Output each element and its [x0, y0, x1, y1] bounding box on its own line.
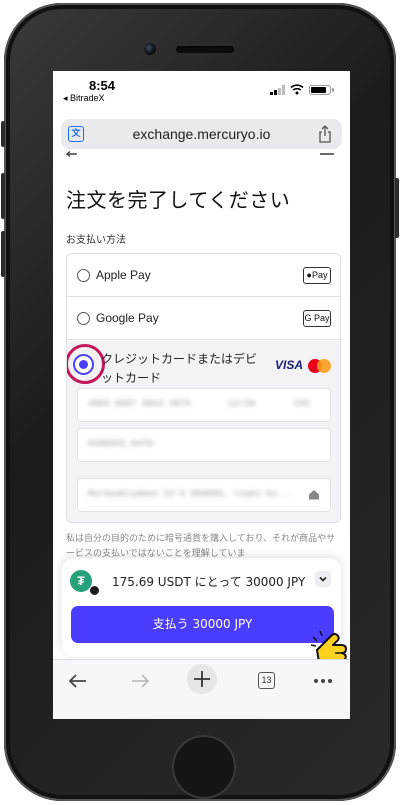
chevron-down-icon: [319, 576, 327, 582]
card-number-value: 4983 0587 9843 3876: [88, 399, 191, 409]
status-bar: 8:54 ◂ BitradeX: [53, 71, 350, 111]
tron-network-icon: [89, 585, 100, 596]
payment-method-label: お支払い方法: [66, 235, 126, 246]
earpiece-speaker: [176, 46, 234, 53]
card-expiry-value: 12/28: [228, 399, 256, 409]
volume-down-button: [1, 231, 5, 277]
cardholder-name-field[interactable]: HIROSHI KATO: [77, 428, 331, 462]
payment-method-list: Apple Pay ●Pay Google Pay G Pay クレジットカード…: [66, 253, 341, 523]
billing-address-value: Murasakiyamon 22-5 960005, tsumi-ku...: [88, 489, 294, 499]
google-pay-badge: G Pay: [303, 310, 331, 327]
new-tab-button[interactable]: [187, 664, 217, 694]
address-bar[interactable]: 文 exchange.mercuryo.io: [61, 119, 342, 149]
apple-pay-badge: ●Pay: [303, 267, 331, 284]
mastercard-logo-icon: [308, 359, 332, 373]
home-button[interactable]: [172, 735, 236, 799]
order-summary-sheet: ₮ 175.69 USDT にとって 30000 JPY 支払う 30000 J…: [62, 558, 341, 656]
plus-icon: [194, 671, 210, 687]
browser-toolbar: 13: [53, 659, 350, 719]
tabs-button[interactable]: 13: [258, 672, 275, 689]
share-icon[interactable]: [318, 125, 332, 143]
payment-option-google-pay[interactable]: Google Pay G Pay: [67, 297, 340, 340]
visa-logo-icon: VISA: [275, 358, 304, 372]
cellular-signal-icon: [270, 85, 285, 95]
more-icon[interactable]: [311, 670, 335, 692]
back-to-app-link[interactable]: ◂ BitradeX: [63, 93, 105, 104]
payment-option-card[interactable]: クレジットカードまたはデビットカード VISA 4983 0587 9843 3…: [67, 341, 340, 522]
page-title: 注文を完了してください: [66, 188, 291, 212]
wifi-icon: [290, 84, 304, 95]
payment-option-apple-pay[interactable]: Apple Pay ●Pay: [67, 254, 340, 297]
expand-toggle[interactable]: [315, 571, 331, 587]
status-time: 8:54: [89, 78, 116, 93]
power-button: [395, 178, 399, 238]
payment-option-label: クレジットカードまたはデビットカード: [101, 352, 258, 385]
payment-option-label: Apple Pay: [96, 268, 151, 282]
pay-button[interactable]: 支払う 30000 JPY: [71, 606, 334, 643]
radio-button[interactable]: [77, 312, 90, 325]
home-icon: [309, 490, 319, 500]
screen: 8:54 ◂ BitradeX 文 exchange.mercuryo.io 注…: [53, 71, 350, 719]
menu-icon[interactable]: [319, 151, 335, 157]
url-text[interactable]: exchange.mercuryo.io: [61, 126, 342, 142]
cardholder-name-value: HIROSHI KATO: [88, 439, 153, 449]
back-icon[interactable]: [66, 670, 90, 692]
card-number-field[interactable]: 4983 0587 9843 3876 12/28 CVC: [77, 388, 331, 422]
highlight-circle-annotation: [67, 344, 105, 384]
back-arrow-icon[interactable]: [65, 151, 79, 157]
battery-icon: [309, 85, 334, 95]
mute-switch: [1, 121, 5, 147]
order-quote: 175.69 USDT にとって 30000 JPY: [112, 575, 306, 589]
front-camera: [144, 43, 156, 55]
billing-address-field[interactable]: Murasakiyamon 22-5 960005, tsumi-ku...: [77, 478, 331, 512]
card-cvc-placeholder: CVC: [294, 399, 311, 409]
payment-option-label: Google Pay: [96, 311, 159, 325]
forward-icon[interactable]: [128, 670, 152, 692]
volume-up-button: [1, 173, 5, 219]
radio-button[interactable]: [77, 269, 90, 282]
